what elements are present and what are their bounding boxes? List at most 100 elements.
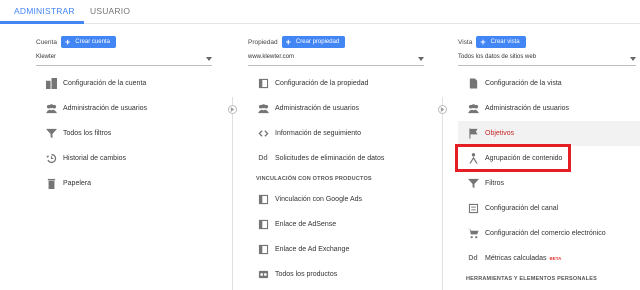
goals-item[interactable]: Objetivos <box>458 121 640 146</box>
create-view-button[interactable]: + Crear vista <box>476 36 526 48</box>
item-label: Administración de usuarios <box>63 105 148 112</box>
account-header: Cuenta + Crear cuenta <box>36 35 116 49</box>
create-property-button[interactable]: + Crear propiedad <box>281 36 346 48</box>
goals-highlight-annotation <box>455 144 571 172</box>
item-label: Administración de usuarios <box>485 105 570 112</box>
dd-icon: Dd <box>468 255 478 262</box>
view-settings-item[interactable]: Configuración de la vista <box>458 71 640 96</box>
item-label: Métricas calculadas <box>485 255 547 262</box>
account-selected: Klewter <box>36 54 57 60</box>
flag-icon <box>467 128 479 140</box>
item-label: Configuración de la cuenta <box>63 80 147 87</box>
column-divider <box>232 97 233 290</box>
item-label: Vinculación con Google Ads <box>275 196 363 203</box>
tab-usuario[interactable]: USUARIO <box>90 6 130 16</box>
all-products-item[interactable]: Todos los productos <box>248 262 428 287</box>
channel-icon <box>467 203 479 215</box>
account-column: Cuenta + Crear cuenta Klewter Configurac… <box>36 25 216 290</box>
item-label: Configuración de la vista <box>485 80 562 87</box>
plus-icon: + <box>480 36 486 47</box>
ad-exchange-link-item[interactable]: Enlace de Ad Exchange <box>248 237 428 262</box>
view-users-item[interactable]: Administración de usuarios <box>458 96 640 121</box>
item-label: Configuración de la propiedad <box>275 80 369 87</box>
channel-settings-item[interactable]: Configuración del canal <box>458 196 640 221</box>
item-label: Historial de cambios <box>63 155 127 162</box>
item-label: Configuración del canal <box>485 205 559 212</box>
view-menu: Configuración de la vista Administración… <box>458 71 640 287</box>
item-label: Enlace de Ad Exchange <box>275 246 350 253</box>
admin-panel: Cuenta + Crear cuenta Klewter Configurac… <box>0 25 640 290</box>
top-tabs: ADMINISTRAR USUARIO <box>0 0 640 24</box>
item-label: Enlace de AdSense <box>275 221 337 228</box>
plus-icon: + <box>285 36 291 47</box>
arrow-right-icon <box>438 105 447 114</box>
users-icon <box>45 103 57 115</box>
view-filters-item[interactable]: Filtros <box>458 171 640 196</box>
column-divider <box>442 97 443 290</box>
item-label: Papelera <box>63 180 92 187</box>
create-account-button[interactable]: + Crear cuenta <box>60 36 116 48</box>
linking-section-title: VINCULACIÓN CON OTROS PRODUCTOS <box>256 176 372 182</box>
caret-down-icon <box>206 57 212 61</box>
property-header: Propiedad + Crear propiedad <box>248 35 346 49</box>
property-label: Propiedad <box>248 38 278 46</box>
create-property-label: Crear propiedad <box>295 39 340 45</box>
tools-section-title: HERRAMIENTAS Y ELEMENTOS PERSONALES <box>466 276 597 282</box>
trash-icon <box>45 178 57 190</box>
filter-icon <box>45 128 57 140</box>
item-label: Administración de usuarios <box>275 105 360 112</box>
property-selector[interactable]: www.klewter.com <box>248 52 424 66</box>
item-label: Todos los productos <box>275 271 338 278</box>
item-label: Objetivos <box>485 130 515 137</box>
item-label: Información de seguimiento <box>275 130 361 137</box>
create-account-label: Crear cuenta <box>75 39 110 45</box>
property-menu: Configuración de la propiedad Administra… <box>248 71 428 287</box>
code-icon <box>257 128 269 140</box>
tracking-info-item[interactable]: Información de seguimiento <box>248 121 428 146</box>
view-selected: Todos los datos de sitios web <box>458 54 537 60</box>
data-deletion-item[interactable]: Dd Solicitudes de eliminación de datos <box>248 146 428 171</box>
page-icon <box>257 244 269 256</box>
arrow-right-icon <box>228 105 237 114</box>
history-icon <box>45 153 57 165</box>
item-label: Configuración del comercio electrónico <box>485 230 606 237</box>
account-settings-item[interactable]: Configuración de la cuenta <box>36 71 216 96</box>
dd-icon: Dd <box>258 155 268 162</box>
users-icon <box>467 103 479 115</box>
property-selected: www.klewter.com <box>248 54 295 60</box>
property-settings-item[interactable]: Configuración de la propiedad <box>248 71 428 96</box>
products-icon <box>257 269 269 281</box>
property-users-item[interactable]: Administración de usuarios <box>248 96 428 121</box>
active-tab-indicator <box>0 21 84 24</box>
google-ads-link-item[interactable]: Vinculación con Google Ads <box>248 187 428 212</box>
adsense-link-item[interactable]: Enlace de AdSense <box>248 212 428 237</box>
cart-icon <box>467 228 479 240</box>
account-history-item[interactable]: Historial de cambios <box>36 146 216 171</box>
item-label: Solicitudes de eliminación de datos <box>275 155 385 162</box>
account-trash-item[interactable]: Papelera <box>36 171 216 196</box>
page-icon <box>257 219 269 231</box>
ecommerce-settings-item[interactable]: Configuración del comercio electrónico <box>458 221 640 246</box>
property-column: Propiedad + Crear propiedad www.klewter.… <box>248 25 428 290</box>
account-menu: Configuración de la cuenta Administració… <box>36 71 216 196</box>
create-view-label: Crear vista <box>490 39 520 45</box>
account-filters-item[interactable]: Todos los filtros <box>36 121 216 146</box>
account-selector[interactable]: Klewter <box>36 52 212 66</box>
ads-icon <box>257 194 269 206</box>
item-label: Todos los filtros <box>63 130 112 137</box>
caret-down-icon <box>418 57 424 61</box>
calculated-metrics-item[interactable]: Dd Métricas calculadas BETA <box>458 246 640 271</box>
view-selector[interactable]: Todos los datos de sitios web <box>458 52 636 66</box>
plus-icon: + <box>64 36 71 47</box>
users-icon <box>257 103 269 115</box>
view-label: Vista <box>458 38 473 46</box>
caret-down-icon <box>630 57 636 61</box>
account-label: Cuenta <box>36 38 57 46</box>
tab-administrar[interactable]: ADMINISTRAR <box>14 6 75 16</box>
view-header: Vista + Crear vista <box>458 35 526 49</box>
beta-badge: BETA <box>549 256 562 261</box>
page-icon <box>257 78 269 90</box>
building-icon <box>45 78 57 90</box>
filter-icon <box>467 178 479 190</box>
account-users-item[interactable]: Administración de usuarios <box>36 96 216 121</box>
